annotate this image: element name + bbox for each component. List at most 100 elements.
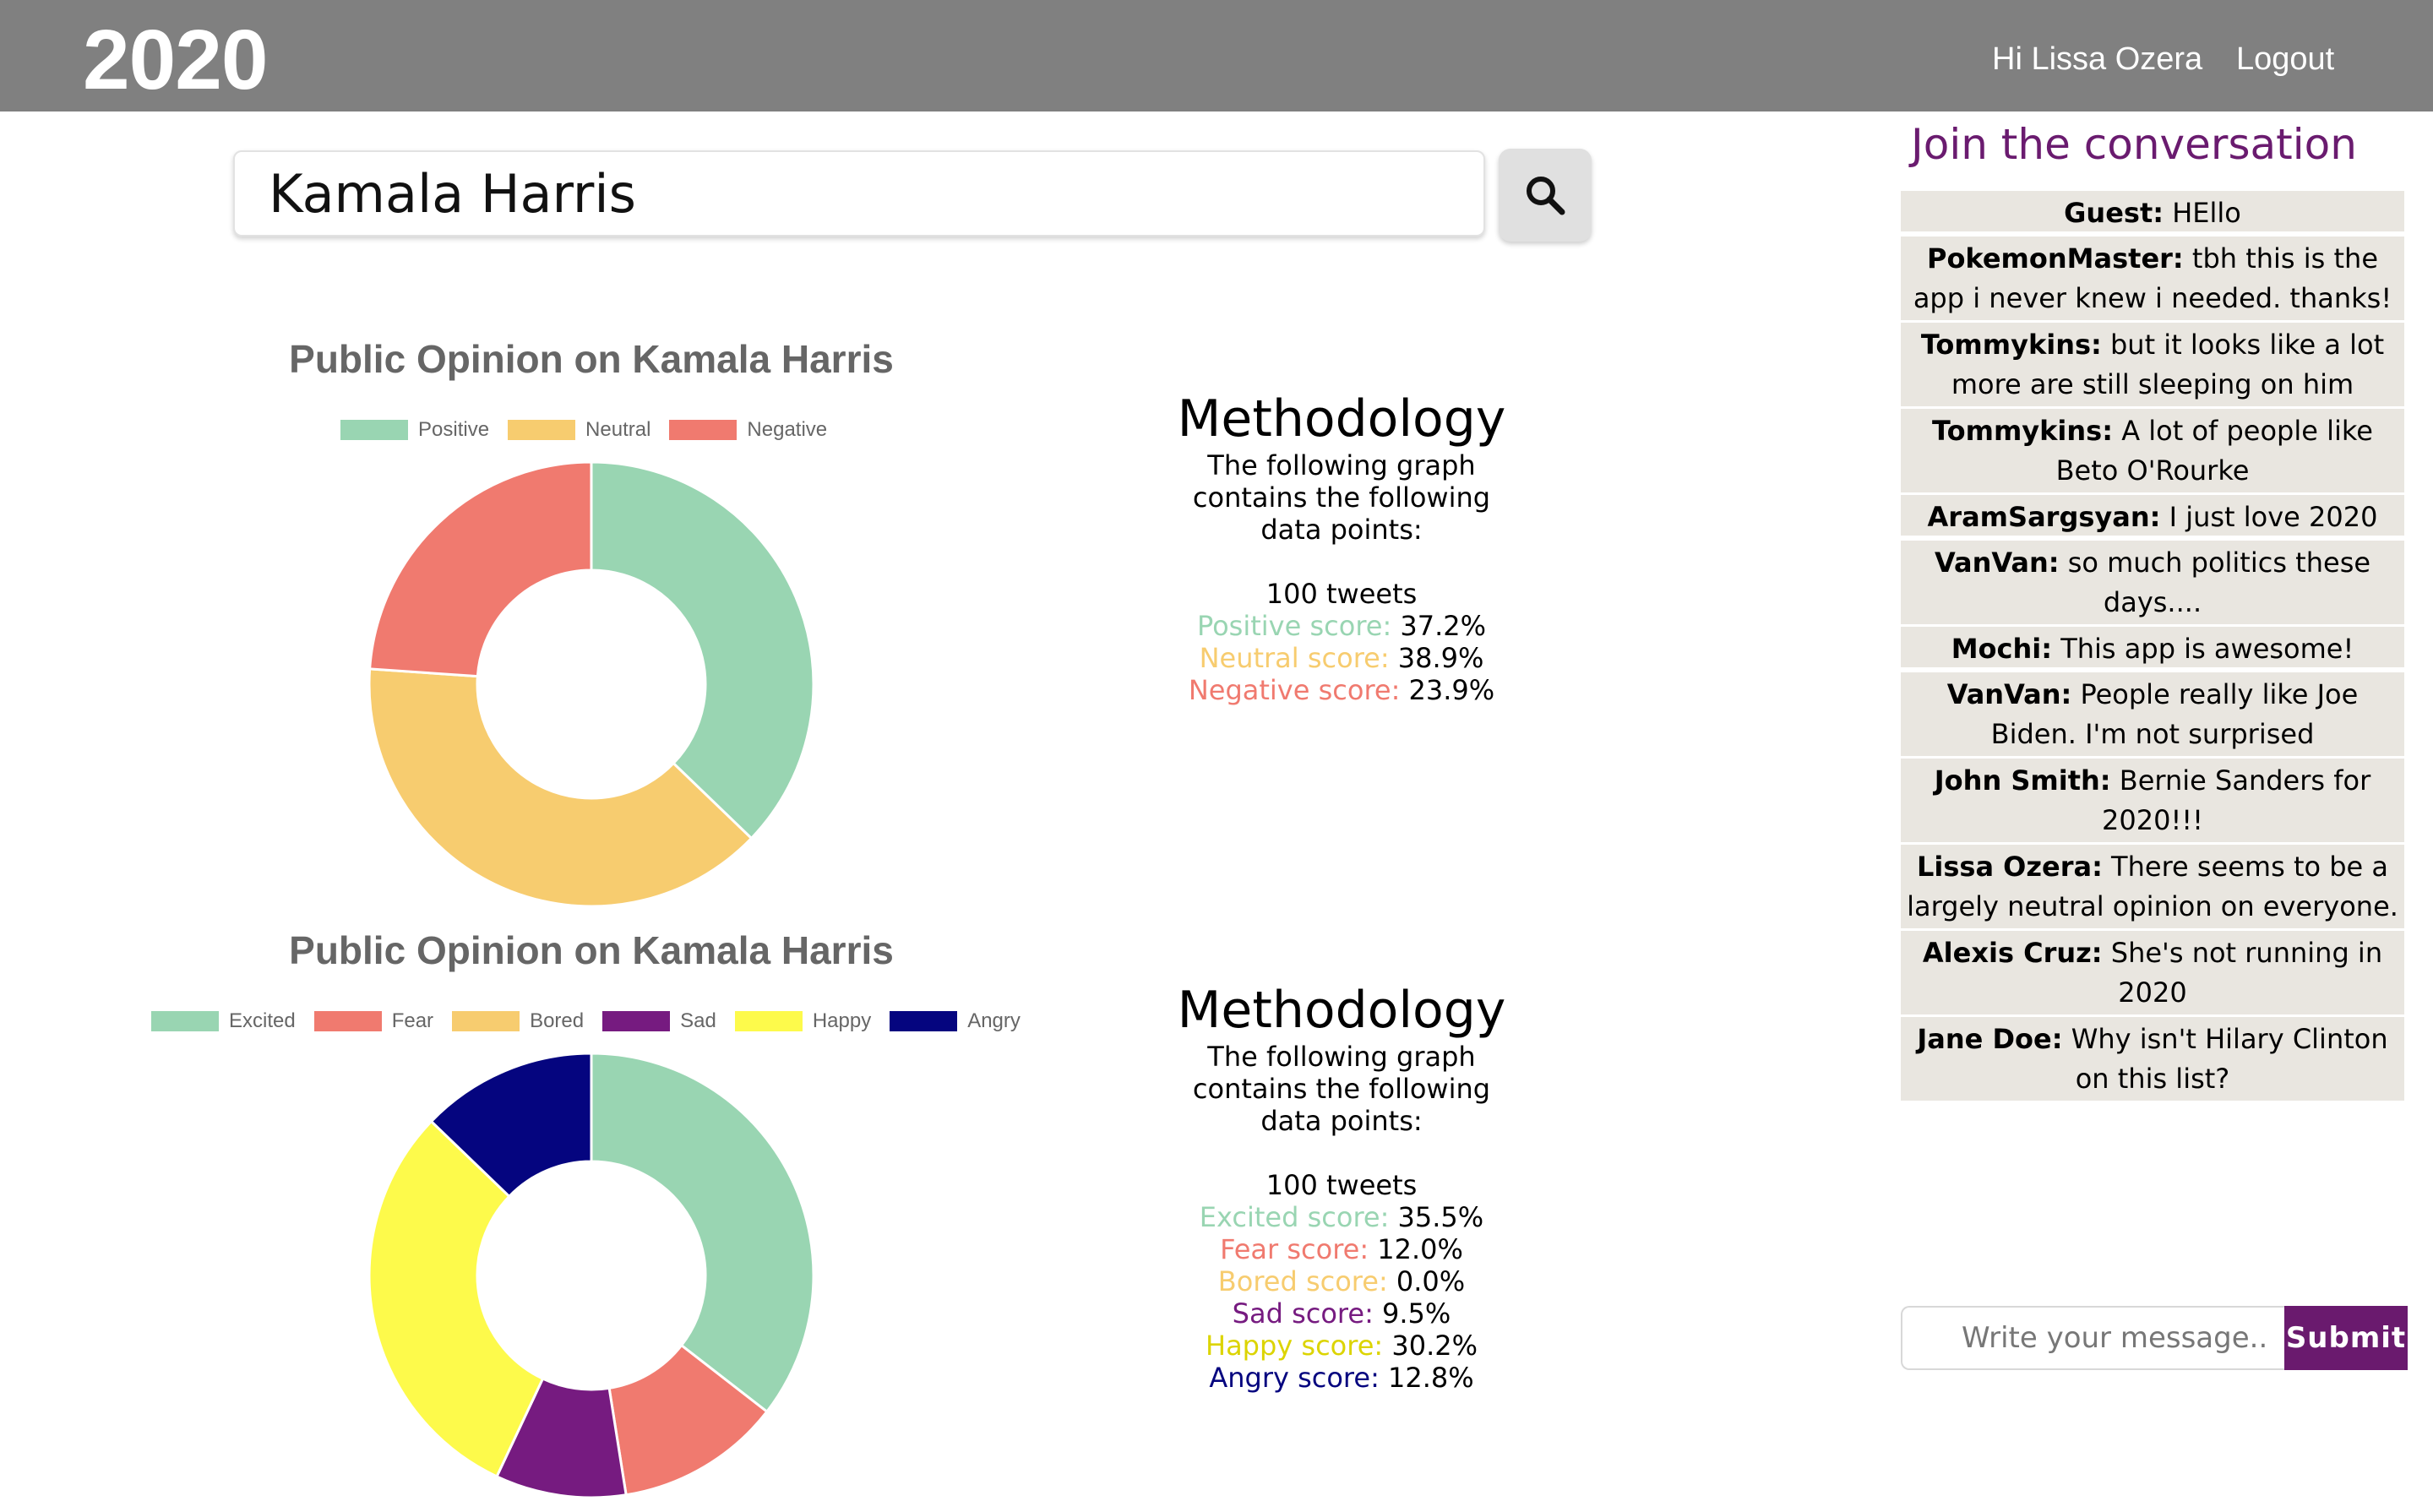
legend-label: Excited	[229, 1009, 296, 1032]
legend-item-fear[interactable]: Fear	[313, 1009, 433, 1033]
methodology-desc-line: data points:	[1260, 514, 1423, 546]
chat-message: Tommykins: A lot of people like Beto O'R…	[1901, 409, 2404, 492]
score-line: Fear score: 12.0%	[1139, 1233, 1544, 1265]
methodology-desc-line: The following graph	[1207, 1041, 1476, 1073]
legend-item-neutral[interactable]: Neutral	[508, 418, 650, 442]
donut-slice-excited[interactable]	[590, 1052, 815, 1414]
score-value: 12.8%	[1379, 1362, 1474, 1394]
score-line: Positive score: 37.2%	[1139, 610, 1544, 642]
chat-message: John Smith: Bernie Sanders for 2020!!!	[1901, 759, 2404, 842]
chat-message: Alexis Cruz: She's not running in 2020	[1901, 931, 2404, 1014]
chat-username[interactable]: AramSargsyan:	[1928, 501, 2161, 533]
methodology-heading: Methodology	[1177, 389, 1506, 449]
score-list: Positive score: 37.2% Neutral score: 38.9…	[1139, 610, 1544, 706]
score-list: Excited score: 35.5% Fear score: 12.0% Bor…	[1139, 1201, 1544, 1394]
legend-swatch	[602, 1011, 671, 1031]
chat-submit-button[interactable]: Submit	[2284, 1306, 2408, 1370]
methodology-panel-sentiment: Methodology The following graph contains…	[1139, 389, 1544, 706]
score-line: Excited score: 35.5%	[1139, 1201, 1544, 1233]
tweet-count: 100 tweets	[1265, 578, 1418, 610]
chat-text: She's not running in 2020	[2102, 937, 2383, 1009]
chat-message: VanVan: People really like Joe Biden. I'…	[1901, 672, 2404, 756]
chat-text: Bernie Sanders for 2020!!!	[2102, 764, 2371, 836]
chat-username[interactable]: VanVan:	[1947, 678, 2072, 710]
score-line: Angry score: 12.8%	[1139, 1362, 1544, 1394]
chat-message: Mochi: This app is awesome!	[1901, 627, 2404, 667]
legend-item-sad[interactable]: Sad	[602, 1009, 716, 1033]
score-line: Bored score: 0.0%	[1139, 1265, 1544, 1297]
chat-text: This app is awesome!	[2052, 633, 2354, 665]
legend-swatch	[508, 420, 576, 440]
score-label: Positive score:	[1196, 610, 1392, 642]
search-button[interactable]	[1499, 149, 1592, 242]
methodology-heading: Methodology	[1177, 981, 1506, 1040]
donut-slice-negative[interactable]	[368, 460, 593, 678]
chat-message: Lissa Ozera: There seems to be a largely…	[1901, 845, 2404, 928]
legend-swatch	[151, 1011, 219, 1031]
legend-swatch	[734, 1011, 803, 1031]
chat-username[interactable]: Tommykins:	[1921, 329, 2102, 361]
legend-item-angry[interactable]: Angry	[890, 1009, 1021, 1033]
legend-item-negative[interactable]: Negative	[669, 418, 827, 442]
chat-title: Join the conversation	[1911, 120, 2357, 169]
score-value: 0.0%	[1387, 1265, 1466, 1297]
chat-username[interactable]: Alexis Cruz:	[1923, 937, 2103, 969]
score-line: Negative score: 23.9%	[1139, 674, 1544, 706]
score-label: Neutral score:	[1199, 642, 1390, 674]
score-value: 30.2%	[1383, 1330, 1478, 1362]
score-label: Happy score:	[1206, 1330, 1384, 1362]
legend-swatch	[340, 420, 408, 440]
legend-label: Angry	[967, 1009, 1021, 1032]
methodology-desc-line: contains the following	[1192, 1073, 1491, 1105]
score-value: 35.5%	[1389, 1201, 1484, 1233]
chat-message: Tommykins: but it looks like a lot more …	[1901, 323, 2404, 406]
chat-username[interactable]: VanVan:	[1935, 547, 2060, 579]
brand-logo[interactable]: 2020	[83, 12, 268, 109]
chat-text: HEllo	[2164, 197, 2241, 229]
legend-item-happy[interactable]: Happy	[734, 1009, 872, 1033]
chat-username[interactable]: PokemonMaster:	[1927, 242, 2184, 275]
chat-message: VanVan: so much politics these days....	[1901, 541, 2404, 624]
chat-message-input[interactable]	[1901, 1306, 2285, 1370]
chat-username[interactable]: Tommykins:	[1932, 415, 2113, 447]
chart-legend-sentiment: Positive Neutral Negative	[340, 418, 846, 442]
methodology-desc-line: contains the following	[1192, 481, 1491, 514]
score-label: Sad score:	[1232, 1297, 1374, 1330]
top-navbar: 2020 Hi Lissa Ozera Logout	[0, 0, 2433, 111]
legend-label: Sad	[680, 1009, 716, 1032]
chat-message: Guest: HEllo	[1901, 191, 2404, 231]
chat-message: AramSargsyan: I just love 2020 App!	[1901, 495, 2404, 573]
legend-swatch	[890, 1011, 958, 1031]
score-value: 38.9%	[1389, 642, 1484, 674]
methodology-desc-line: data points:	[1260, 1105, 1423, 1137]
chat-username[interactable]: Mochi:	[1951, 633, 2052, 665]
donut-slice-positive[interactable]	[590, 460, 815, 840]
legend-item-bored[interactable]: Bored	[452, 1009, 584, 1033]
user-greeting[interactable]: Hi Lissa Ozera	[1992, 41, 2202, 78]
chat-message: PokemonMaster: tbh this is the app i nev…	[1901, 237, 2404, 320]
legend-item-positive[interactable]: Positive	[340, 418, 489, 442]
donut-chart-sentiment	[367, 460, 815, 908]
search-icon	[1527, 177, 1565, 215]
score-value: 23.9%	[1400, 674, 1495, 706]
legend-label: Happy	[812, 1009, 872, 1032]
score-value: 9.5%	[1373, 1297, 1451, 1330]
chat-username[interactable]: John Smith:	[1935, 764, 2111, 797]
legend-label: Negative	[747, 418, 828, 441]
legend-swatch	[452, 1011, 520, 1031]
search-input[interactable]	[233, 150, 1485, 237]
chat-text: so much politics these days....	[2059, 547, 2371, 618]
score-label: Bored score:	[1217, 1265, 1388, 1297]
legend-item-excited[interactable]: Excited	[151, 1009, 296, 1033]
donut-chart-emotion	[367, 1052, 815, 1499]
legend-swatch	[313, 1011, 382, 1031]
chart-legend-emotion: Excited Fear Bored Sad Happy Angry	[151, 1009, 1039, 1033]
chat-text: Why isn't Hilary Clinton on this list?	[2062, 1023, 2388, 1095]
chat-username[interactable]: Jane Doe:	[1917, 1023, 2062, 1055]
score-value: 37.2%	[1391, 610, 1487, 642]
donut-slice-neutral[interactable]	[367, 667, 754, 908]
legend-label: Bored	[530, 1009, 585, 1032]
logout-link[interactable]: Logout	[2236, 41, 2334, 78]
chat-username[interactable]: Guest:	[2064, 197, 2164, 229]
chat-username[interactable]: Lissa Ozera:	[1917, 851, 2103, 883]
